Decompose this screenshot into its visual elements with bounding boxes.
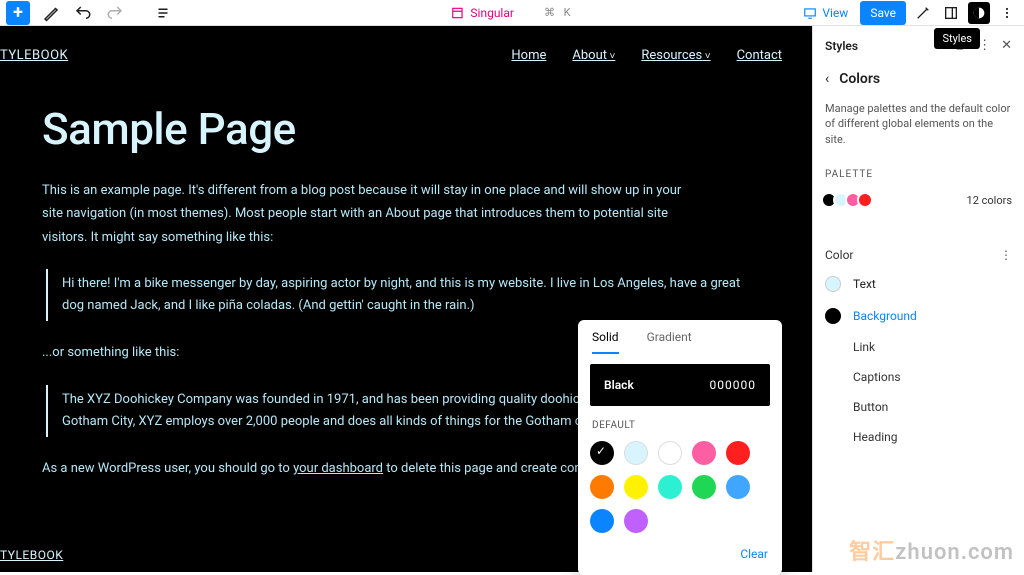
- list-view-icon[interactable]: [152, 2, 174, 24]
- more-icon[interactable]: [996, 2, 1018, 24]
- toolbar-left: +: [6, 1, 174, 25]
- site-title[interactable]: TYLEBOOK: [0, 48, 68, 63]
- sidebar-toggle-icon[interactable]: [940, 2, 962, 24]
- swatch-pink[interactable]: [692, 441, 716, 465]
- element-background[interactable]: Background: [825, 300, 1012, 332]
- styles-panel: Styles 👁 ⋮ ✕ ‹ Colors Manage palettes an…: [812, 26, 1024, 572]
- swatch-lightblue[interactable]: [624, 441, 648, 465]
- add-block-button[interactable]: +: [6, 1, 30, 25]
- nav-about[interactable]: About: [572, 48, 615, 63]
- selected-color-name: Black: [604, 378, 634, 392]
- nav-contact[interactable]: Contact: [737, 48, 782, 63]
- nav-home[interactable]: Home: [511, 48, 546, 63]
- template-label: Singular: [470, 6, 514, 20]
- styles-tooltip: Styles: [934, 28, 980, 49]
- tab-solid[interactable]: Solid: [592, 330, 619, 354]
- swatch-grid: [578, 437, 782, 541]
- toolbar-right: View Save: [797, 1, 1018, 25]
- swatch-green[interactable]: [692, 475, 716, 499]
- top-toolbar: + Singular ⌘ K View Save: [0, 0, 1024, 26]
- panel-description: Manage palettes and the default color of…: [825, 101, 1012, 147]
- swatch-icon: [825, 308, 841, 324]
- selected-color-field[interactable]: Black 000000: [590, 364, 770, 406]
- swatch-icon: [825, 276, 841, 292]
- element-link[interactable]: Link: [825, 332, 1012, 362]
- view-button[interactable]: View: [797, 2, 854, 24]
- swatch-empty[interactable]: [658, 441, 682, 465]
- settings-icon[interactable]: [912, 2, 934, 24]
- element-text[interactable]: Text: [825, 268, 1012, 300]
- quote-1[interactable]: Hi there! I'm a bike messenger by day, a…: [46, 269, 746, 321]
- breadcrumb-label: Colors: [839, 71, 880, 87]
- redo-icon[interactable]: [104, 2, 126, 24]
- selected-color-hex: 000000: [710, 378, 756, 392]
- page-title[interactable]: Sample Page: [0, 63, 812, 179]
- edit-icon[interactable]: [40, 2, 62, 24]
- back-icon[interactable]: ‹: [825, 71, 829, 87]
- save-button[interactable]: Save: [860, 1, 906, 25]
- undo-icon[interactable]: [72, 2, 94, 24]
- dashboard-link[interactable]: your dashboard: [293, 461, 383, 476]
- swatch-blue[interactable]: [590, 509, 614, 533]
- color-picker-popover: Solid Gradient Black 000000 DEFAULT Clea…: [578, 320, 782, 575]
- template-icon: [450, 6, 464, 20]
- nav-resources[interactable]: Resources: [641, 48, 710, 63]
- panel-title: Styles: [825, 39, 858, 53]
- swatch-purple[interactable]: [624, 509, 648, 533]
- palette-row[interactable]: 12 colors: [825, 192, 1012, 208]
- tab-gradient[interactable]: Gradient: [647, 330, 692, 354]
- color-elements-list: Text Background Link Captions Button Hea…: [825, 268, 1012, 452]
- close-panel-icon[interactable]: ✕: [1001, 38, 1012, 53]
- toolbar-center: Singular ⌘ K: [450, 6, 573, 20]
- panel-breadcrumb: ‹ Colors: [825, 71, 1012, 87]
- styles-icon[interactable]: [968, 2, 990, 24]
- desktop-icon: [803, 6, 817, 20]
- paragraph-1[interactable]: This is an example page. It's different …: [0, 179, 740, 269]
- swatch-yellow[interactable]: [624, 475, 648, 499]
- site-header: TYLEBOOK Home About Resources Contact: [0, 26, 812, 63]
- clear-button[interactable]: Clear: [740, 547, 768, 561]
- picker-tabs: Solid Gradient: [578, 320, 782, 354]
- element-heading[interactable]: Heading: [825, 422, 1012, 452]
- command-hint: ⌘ K: [544, 6, 574, 19]
- color-section-more-icon[interactable]: ⋮: [1000, 248, 1012, 262]
- palette-count: 12 colors: [967, 194, 1012, 207]
- swatch-red[interactable]: [726, 441, 750, 465]
- swatch-black[interactable]: [590, 441, 614, 465]
- palette-preview: [825, 192, 873, 208]
- panel-more-icon[interactable]: ⋮: [978, 38, 991, 53]
- default-label: DEFAULT: [578, 416, 782, 437]
- palette-section-label: PALETTE: [825, 169, 1012, 180]
- footer-site-title[interactable]: TYLEBOOK: [0, 548, 63, 562]
- element-button[interactable]: Button: [825, 392, 1012, 422]
- template-indicator[interactable]: Singular: [450, 6, 514, 20]
- color-section-label: Color: [825, 248, 853, 262]
- element-captions[interactable]: Captions: [825, 362, 1012, 392]
- swatch-sky[interactable]: [726, 475, 750, 499]
- swatch-cyan[interactable]: [658, 475, 682, 499]
- nav-links: Home About Resources Contact: [511, 48, 782, 63]
- swatch-orange[interactable]: [590, 475, 614, 499]
